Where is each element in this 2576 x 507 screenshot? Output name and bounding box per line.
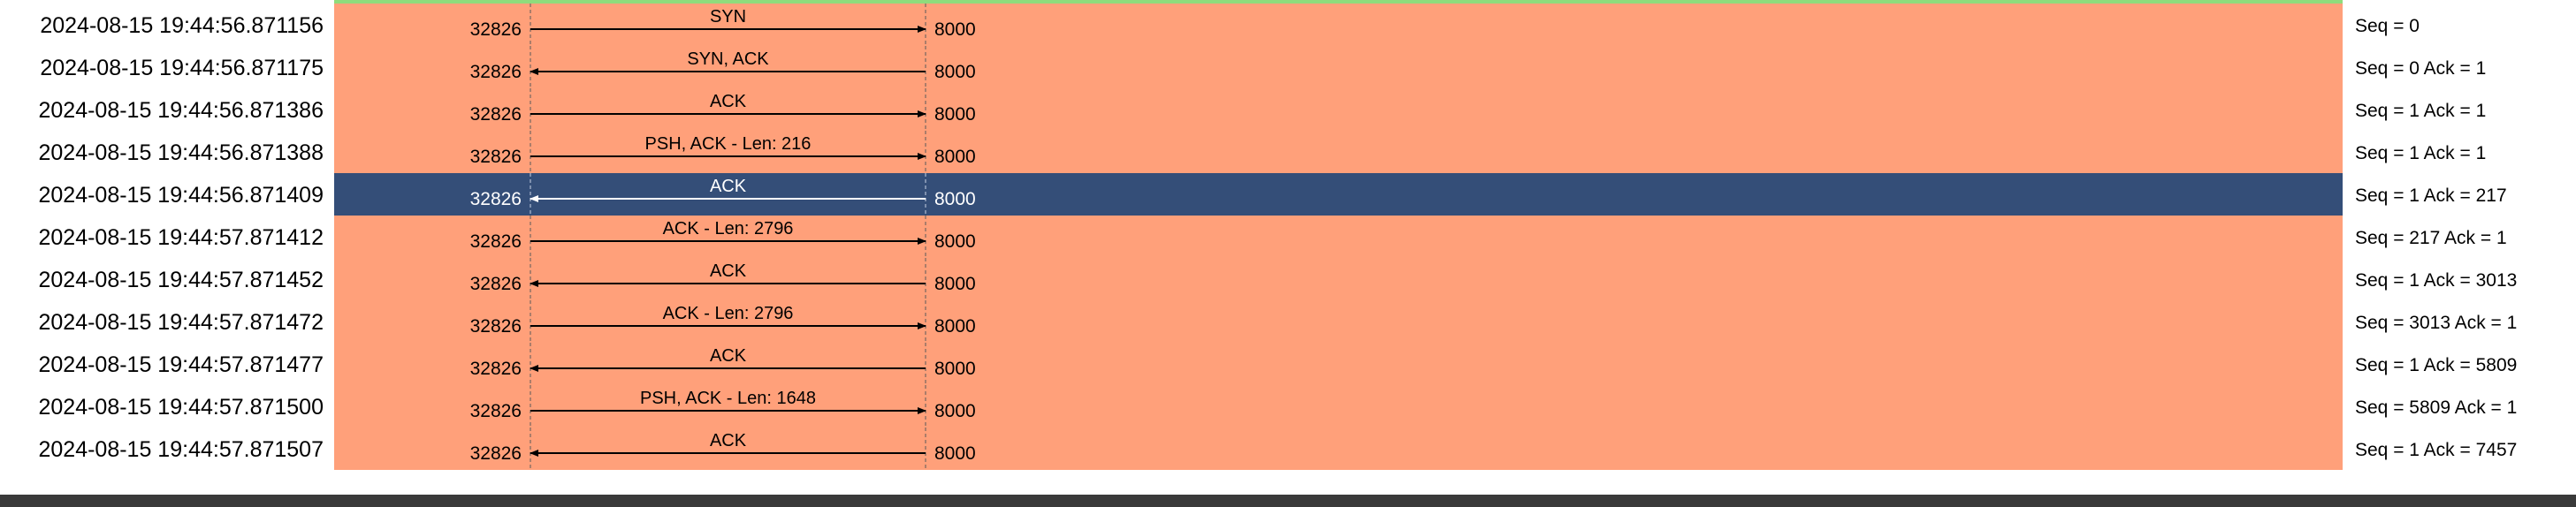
row-background[interactable] — [334, 343, 2343, 385]
packet-time: 2024-08-15 19:44:57.871452 — [38, 268, 324, 292]
destination-port: 8000 — [934, 316, 976, 337]
destination-port: 8000 — [934, 274, 976, 294]
row-background[interactable] — [334, 258, 2343, 300]
packet-time: 2024-08-15 19:44:57.871507 — [38, 437, 324, 462]
packet-comment: Seq = 1 Ack = 1 — [2355, 101, 2486, 121]
packet-comment: Seq = 1 Ack = 7457 — [2355, 440, 2517, 460]
packet-comment: Seq = 5809 Ack = 1 — [2355, 397, 2517, 418]
packet-time: 2024-08-15 19:44:56.871156 — [40, 13, 324, 38]
source-port: 32826 — [470, 104, 522, 125]
packet-label: PSH, ACK - Len: 216 — [645, 134, 812, 154]
packet-time: 2024-08-15 19:44:57.871500 — [38, 395, 324, 420]
row-background[interactable] — [334, 216, 2343, 258]
row-background[interactable] — [334, 428, 2343, 470]
flow-row[interactable]: 2024-08-15 19:44:57.871472 32826 8000 ACK -… — [38, 300, 2517, 343]
packet-time: 2024-08-15 19:44:57.871412 — [38, 225, 324, 250]
source-port: 32826 — [470, 443, 522, 464]
packet-label: ACK — [710, 346, 747, 366]
source-port: 32826 — [470, 274, 522, 294]
packet-label: ACK - Len: 2796 — [663, 219, 794, 238]
row-background[interactable] — [334, 88, 2343, 131]
packet-time: 2024-08-15 19:44:56.871409 — [38, 183, 324, 208]
row-background[interactable] — [334, 46, 2343, 88]
row-background[interactable] — [334, 385, 2343, 428]
source-port: 32826 — [470, 189, 522, 209]
flow-row[interactable]: 2024-08-15 19:44:56.871386 32826 8000 ACK Se… — [38, 88, 2486, 131]
destination-port: 8000 — [934, 19, 976, 40]
packet-comment: Seq = 1 Ack = 3013 — [2355, 270, 2517, 291]
destination-port: 8000 — [934, 443, 976, 464]
packet-label: ACK — [710, 92, 747, 111]
packet-label: SYN, ACK — [687, 49, 769, 69]
source-port: 32826 — [470, 359, 522, 379]
source-port: 32826 — [470, 62, 522, 82]
flow-row[interactable]: 2024-08-15 19:44:57.871500 32826 8000 PSH, … — [38, 385, 2517, 428]
packet-comment: Seq = 0 — [2355, 16, 2420, 36]
packet-comment: Seq = 0 Ack = 1 — [2355, 58, 2486, 79]
flow-row[interactable]: 2024-08-15 19:44:57.871507 32826 8000 ACK Se… — [38, 428, 2517, 470]
packet-comment: Seq = 217 Ack = 1 — [2355, 228, 2507, 248]
packet-label: ACK — [710, 177, 747, 196]
flow-row[interactable]: 2024-08-15 19:44:56.871388 32826 8000 PSH, … — [38, 131, 2486, 173]
packet-time: 2024-08-15 19:44:56.871388 — [38, 140, 324, 165]
destination-port: 8000 — [934, 62, 976, 82]
row-background[interactable] — [334, 300, 2343, 343]
flow-row[interactable]: 2024-08-15 19:44:57.871477 32826 8000 ACK Se… — [38, 343, 2517, 385]
packet-label: ACK — [710, 261, 747, 281]
top-accent-bar — [334, 0, 2343, 4]
packet-label: SYN — [710, 7, 746, 26]
row-background[interactable] — [334, 4, 2343, 46]
source-port: 32826 — [470, 401, 522, 421]
packet-time: 2024-08-15 19:44:56.871386 — [38, 98, 324, 123]
destination-port: 8000 — [934, 147, 976, 167]
destination-port: 8000 — [934, 359, 976, 379]
packet-label: ACK - Len: 2796 — [663, 304, 794, 323]
destination-port: 8000 — [934, 401, 976, 421]
destination-port: 8000 — [934, 104, 976, 125]
flow-row[interactable]: 2024-08-15 19:44:56.871409 32826 8000 ACK Se… — [0, 173, 2576, 216]
packet-comment: Seq = 1 Ack = 5809 — [2355, 355, 2517, 375]
packet-time: 2024-08-15 19:44:56.871175 — [40, 56, 324, 80]
flow-row[interactable]: 2024-08-15 19:44:57.871412 32826 8000 ACK -… — [38, 216, 2507, 258]
source-port: 32826 — [470, 231, 522, 252]
destination-port: 8000 — [934, 189, 976, 209]
packet-comment: Seq = 3013 Ack = 1 — [2355, 313, 2517, 333]
row-background[interactable] — [334, 173, 2343, 216]
source-port: 32826 — [470, 147, 522, 167]
flow-row[interactable]: 2024-08-15 19:44:57.871452 32826 8000 ACK Se… — [38, 258, 2517, 300]
packet-label: PSH, ACK - Len: 1648 — [640, 389, 816, 408]
packet-label: ACK — [710, 431, 747, 450]
packet-comment: Seq = 1 Ack = 217 — [2355, 185, 2507, 206]
row-background[interactable] — [334, 131, 2343, 173]
packet-comment: Seq = 1 Ack = 1 — [2355, 143, 2486, 163]
flow-row[interactable]: 2024-08-15 19:44:56.871175 32826 8000 SYN, … — [40, 46, 2486, 88]
bottom-band — [0, 495, 2576, 507]
source-port: 32826 — [470, 316, 522, 337]
flow-graph: 2024-08-15 19:44:56.871156 32826 8000 SYN Se… — [0, 0, 2576, 470]
packet-time: 2024-08-15 19:44:57.871472 — [38, 310, 324, 335]
packet-time: 2024-08-15 19:44:57.871477 — [38, 352, 324, 377]
flow-row[interactable]: 2024-08-15 19:44:56.871156 32826 8000 SYN Se… — [40, 4, 2420, 46]
destination-port: 8000 — [934, 231, 976, 252]
source-port: 32826 — [470, 19, 522, 40]
